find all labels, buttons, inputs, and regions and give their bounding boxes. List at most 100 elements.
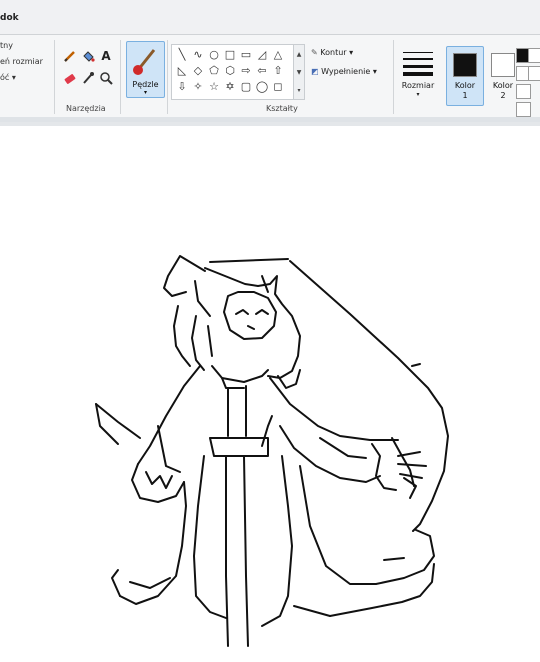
chevron-down-icon: ▾ (143, 89, 147, 96)
outline-icon: ✎ (311, 48, 318, 57)
stroke (209, 437, 269, 457)
canvas-area (0, 122, 540, 662)
brush-icon (133, 49, 156, 75)
shape-option-icon[interactable]: ☆ (206, 79, 222, 95)
fill-dropdown[interactable]: ◩ Wypełnienie ▾ (311, 67, 377, 76)
shape-option-icon[interactable]: ✡ (222, 79, 238, 95)
stroke (111, 569, 121, 597)
size-line (403, 65, 433, 68)
text-tool-icon[interactable]: A (98, 48, 114, 64)
shape-option-icon[interactable]: ◻ (270, 79, 286, 95)
image-item-rotate[interactable]: tny (0, 38, 60, 54)
separator (167, 40, 168, 114)
scroll-up-icon[interactable]: ▲ (297, 51, 302, 58)
view-tab[interactable]: dok (0, 13, 19, 23)
stroke (411, 363, 421, 367)
color1-number: 1 (462, 91, 468, 100)
stroke (129, 577, 171, 589)
shape-option-icon[interactable]: ○ (206, 47, 222, 63)
chevron-down-icon: ▾ (416, 91, 420, 98)
fill-icon: ◩ (311, 67, 319, 76)
image-group: tny eń rozmiar óć ▾ (0, 38, 60, 86)
stroke (145, 471, 173, 489)
stroke (371, 443, 397, 491)
size-line (403, 72, 433, 76)
stroke (137, 365, 201, 465)
shape-option-icon[interactable]: △ (270, 47, 286, 63)
shape-option-icon[interactable]: ⇧ (270, 63, 286, 79)
palette-swatch[interactable] (516, 84, 531, 99)
separator (54, 40, 55, 114)
shape-option-icon[interactable]: ◿ (254, 47, 270, 63)
stroke (235, 309, 249, 315)
stroke (95, 403, 141, 439)
stroke (173, 305, 191, 367)
brushes-label: Pędzle (132, 80, 159, 89)
shape-option-icon[interactable]: ∿ (190, 47, 206, 63)
shape-option-icon[interactable]: ⇩ (174, 79, 190, 95)
stroke (289, 260, 449, 532)
image-item-rotate-flip[interactable]: óć ▾ (0, 70, 60, 86)
stroke (403, 477, 417, 499)
color-picker-icon[interactable] (80, 70, 96, 86)
stroke (247, 325, 255, 330)
stroke (319, 437, 367, 459)
magnifier-icon[interactable] (98, 70, 114, 86)
stroke (255, 309, 269, 315)
stroke (223, 291, 277, 340)
eraser-icon[interactable] (62, 70, 78, 86)
shape-option-icon[interactable]: ✧ (190, 79, 206, 95)
shape-option-icon[interactable]: ◯ (254, 79, 270, 95)
stroke (157, 425, 181, 473)
outline-label: Kontur ▾ (320, 48, 354, 57)
stroke (163, 255, 206, 297)
stroke (211, 365, 269, 383)
separator (120, 40, 121, 114)
expand-icon[interactable]: ▾ (297, 87, 300, 94)
fill-label: Wypełnienie ▾ (321, 67, 377, 76)
shape-option-icon[interactable]: ⇦ (254, 63, 270, 79)
drawing (95, 255, 449, 647)
shape-option-icon[interactable]: □ (222, 47, 238, 63)
stroke (397, 463, 427, 467)
stroke (95, 403, 119, 445)
color2-swatch (491, 53, 515, 77)
stroke (209, 258, 289, 263)
brushes-button[interactable]: Pędzle ▾ (126, 41, 165, 98)
palette-swatch[interactable] (516, 102, 531, 117)
shapes-group-label: Kształty (266, 104, 298, 113)
size-line (403, 52, 433, 53)
shape-option-icon[interactable]: ◺ (174, 63, 190, 79)
image-item-resize[interactable]: eń rozmiar (0, 54, 60, 70)
color1-label: Kolor (454, 81, 476, 90)
palette-swatch[interactable] (528, 48, 540, 63)
stroke (191, 315, 205, 371)
shape-option-icon[interactable]: ⬠ (206, 63, 222, 79)
stroke (194, 280, 211, 317)
stroke (204, 267, 301, 379)
stroke (279, 425, 381, 483)
shape-option-icon[interactable]: ◇ (190, 63, 206, 79)
pencil-icon[interactable] (62, 48, 78, 64)
size-line (403, 58, 433, 60)
palette-swatch[interactable] (528, 66, 540, 81)
size-button[interactable]: Rozmiar ▾ (398, 48, 438, 100)
shape-option-icon[interactable]: ╲ (174, 47, 190, 63)
scroll-down-icon[interactable]: ▼ (297, 69, 302, 76)
shapes-gallery: ╲ ∿ ○ □ ▭ ◿ △ ◺ ◇ ⬠ ⬡ ⇨ ⇦ ⇧ ⇩ ✧ ☆ ✡ ▢ ◯ ◻ (171, 44, 295, 100)
separator (393, 40, 394, 114)
stroke (293, 605, 331, 617)
color1-button[interactable]: Kolor 1 (446, 46, 484, 106)
stroke (243, 455, 249, 647)
title-bar: dok (0, 0, 540, 35)
fill-bucket-icon[interactable] (80, 48, 96, 64)
outline-dropdown[interactable]: ✎ Kontur ▾ (311, 48, 353, 57)
stroke (207, 325, 213, 357)
shape-option-icon[interactable]: ⇨ (238, 63, 254, 79)
shape-option-icon[interactable]: ⬡ (222, 63, 238, 79)
shapes-scrollbar[interactable]: ▲ ▼ ▾ (293, 44, 305, 100)
shape-option-icon[interactable]: ▢ (238, 79, 254, 95)
shape-option-icon[interactable]: ▭ (238, 47, 254, 63)
drawing-canvas[interactable] (0, 126, 540, 662)
stroke (193, 455, 227, 619)
